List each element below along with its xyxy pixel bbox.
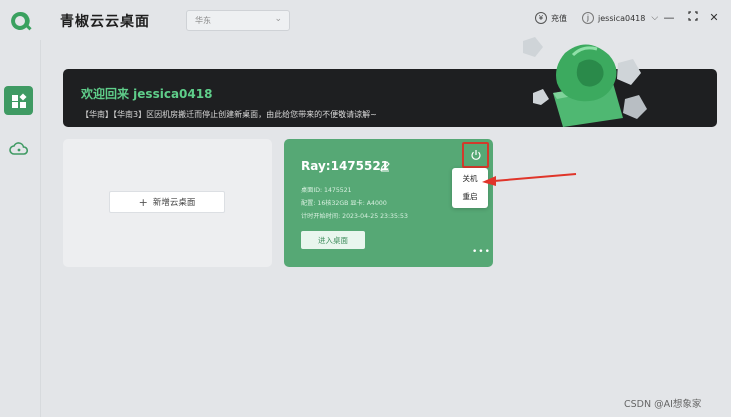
app-title: 青椒云云桌面	[60, 14, 150, 30]
sidebar-item-desktops[interactable]	[4, 86, 33, 115]
pencil-icon[interactable]	[379, 160, 391, 172]
enter-desktop-button[interactable]: 进入桌面	[301, 231, 365, 249]
desktop-id: 桌面ID: 1475521	[301, 187, 352, 194]
welcome-banner: 欢迎回来 jessica0418 【华南】【华南3】区因机房搬迁而停止创建新桌面…	[63, 37, 717, 127]
watermark: CSDN @AI想象家	[624, 399, 702, 410]
menu-item-restart[interactable]: 重启	[452, 191, 488, 202]
user-menu[interactable]: j jessica0418 ⌵	[582, 12, 658, 24]
annotation-arrow	[482, 173, 577, 186]
power-icon	[470, 150, 481, 160]
welcome-title: 欢迎回来 jessica0418	[81, 87, 213, 101]
banner-notice: 【华南】【华南3】区因机房搬迁而停止创建新桌面，由此给您带来的不便敬请谅解~	[81, 110, 377, 119]
desktop-start-time: 计时开始时间: 2023-04-25 23:35:53	[301, 213, 408, 220]
user-avatar-icon: j	[582, 12, 594, 24]
desktop-config: 配置: 16核32GB 显卡: A4000	[301, 200, 387, 207]
username: jessica0418	[598, 13, 646, 23]
recharge-label: 充值	[551, 13, 567, 23]
cloud-icon	[9, 142, 29, 155]
region-select[interactable]: 华东 ⌄	[186, 10, 290, 31]
maximize-icon[interactable]	[686, 11, 700, 24]
more-dots-icon[interactable]: •••	[472, 247, 491, 257]
close-icon[interactable]: ✕	[707, 11, 721, 24]
recharge-button[interactable]: ¥ 充值	[535, 12, 567, 24]
sidebar-item-cloud[interactable]	[8, 138, 30, 160]
chevron-down-icon: ⌵	[651, 13, 659, 23]
coin-icon: ¥	[535, 12, 547, 24]
banner-illustration	[523, 37, 647, 127]
q-logo-icon	[11, 11, 32, 31]
chevron-down-icon: ⌄	[274, 14, 282, 24]
power-button[interactable]	[462, 142, 489, 168]
add-desktop-label: 新增云桌面	[152, 198, 196, 208]
add-desktop-button[interactable]: + 新增云桌面	[109, 191, 225, 213]
add-desktop-card: + 新增云桌面	[63, 139, 272, 267]
plus-icon: +	[138, 195, 148, 209]
minimize-icon[interactable]: —	[662, 11, 676, 24]
desktop-name: Ray:1475521	[301, 159, 390, 173]
desktop-grid-icon	[11, 92, 27, 108]
region-select-value: 华东	[195, 16, 211, 25]
sidebar	[0, 40, 41, 417]
